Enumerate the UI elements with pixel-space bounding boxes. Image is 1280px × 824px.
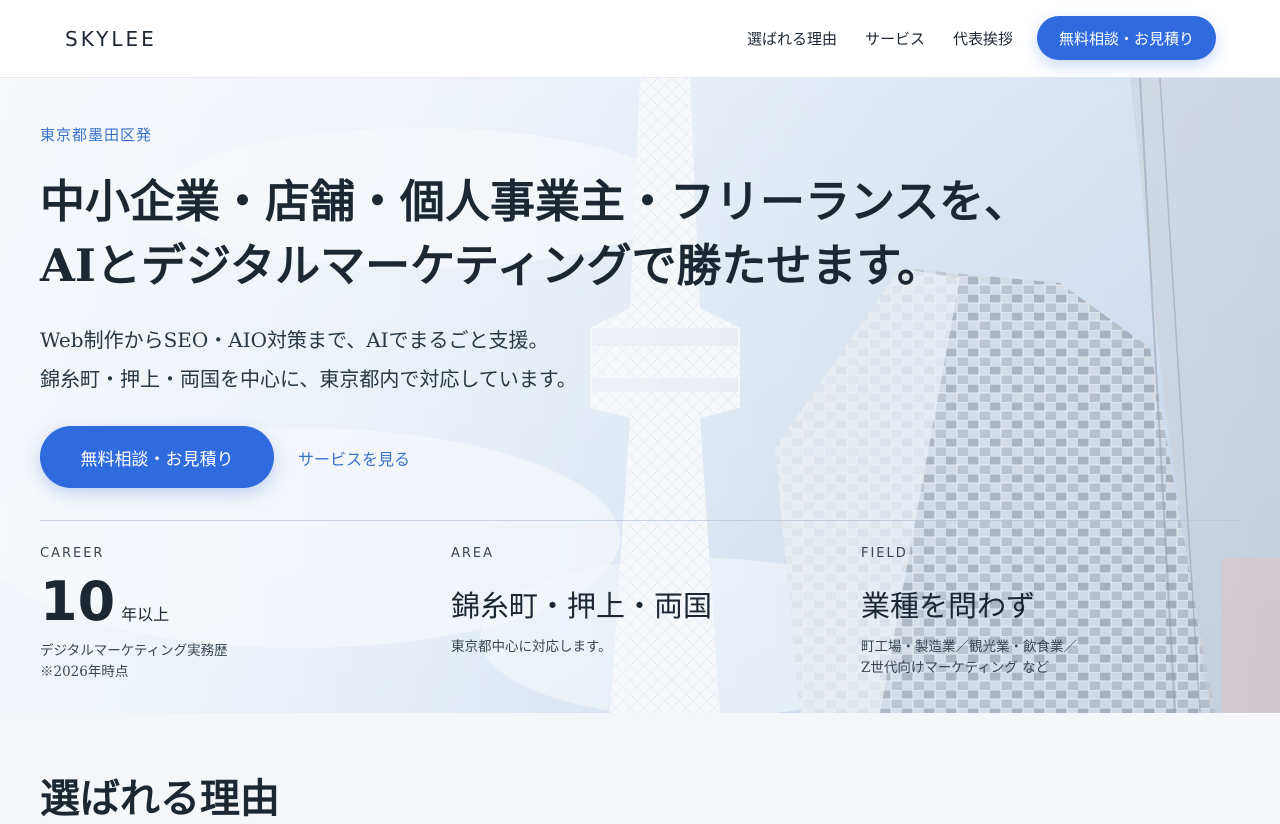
hero-contact-button[interactable]: 無料相談・お見積り [40, 426, 274, 488]
stat-career-note-line1: デジタルマーケティング実務歴 [40, 643, 228, 659]
stat-field-note-line1: 町工場・製造業／観光業・飲食業／ [861, 639, 1077, 655]
stat-career-unit: 年以上 [121, 605, 170, 624]
stat-area-label: AREA [451, 546, 495, 561]
stat-area-value: 錦糸町・押上・両国 [451, 589, 713, 623]
stat-area: AREA 錦糸町・押上・両国 東京都中心に対応します。 [451, 546, 712, 658]
nav-link-greeting[interactable]: 代表挨拶 [953, 28, 1013, 49]
header-contact-button[interactable]: 無料相談・お見積り [1036, 16, 1216, 60]
hero-headline: 中小企業・店舗・個人事業主・フリーランスを、 AIとデジタルマーケティングで勝た… [40, 170, 1029, 298]
site-logo[interactable]: SKYLEE [65, 27, 157, 51]
hero-eyebrow: 東京都墨田区発 [40, 126, 153, 144]
stat-career-number: 10 [40, 570, 116, 633]
hero-lead: Web制作からSEO・AIO対策まで、AIでまるごと支援。 錦糸町・押上・両国を… [40, 321, 577, 399]
site-header: SKYLEE 選ばれる理由 サービス 代表挨拶 無料相談・お見積り [0, 0, 1280, 78]
hero-lead-line2: 錦糸町・押上・両国を中心に、東京都内で対応しています。 [40, 367, 577, 391]
nav-link-services[interactable]: サービス [865, 28, 925, 49]
stat-career-label: CAREER [40, 546, 105, 561]
stat-field-note-line2: Z世代向けマーケティング など [861, 660, 1050, 676]
hero-headline-line1: 中小企業・店舗・個人事業主・フリーランスを、 [40, 175, 1030, 228]
stat-field-value: 業種を問わず [861, 589, 1036, 623]
stat-field-label: FIELD [861, 546, 908, 561]
stats-divider [40, 520, 1240, 521]
hero-lead-line1: Web制作からSEO・AIO対策まで、AIでまるごと支援。 [40, 328, 549, 352]
hero-headline-line2: AIとデジタルマーケティングで勝たせます。 [40, 239, 942, 292]
view-services-link[interactable]: サービスを見る [298, 446, 410, 470]
main-nav: 選ばれる理由 サービス 代表挨拶 無料相談・お見積り [747, 16, 1216, 60]
stat-field: FIELD 業種を問わず 町工場・製造業／観光業・飲食業／ Z世代向けマーケティ… [861, 546, 1077, 679]
stat-career: CAREER 10 年以上 デジタルマーケティング実務歴 ※2026年時点 [40, 546, 228, 683]
stat-career-value: 10 年以上 [40, 575, 228, 629]
reasons-section-title: 選ばれる理由 [40, 775, 280, 822]
hero-section: 東京都墨田区発 中小企業・店舗・個人事業主・フリーランスを、 AIとデジタルマー… [0, 78, 1280, 713]
stat-area-note: 東京都中心に対応します。 [451, 639, 612, 655]
nav-link-reasons[interactable]: 選ばれる理由 [747, 28, 837, 49]
stat-career-note-line2: ※2026年時点 [40, 664, 129, 680]
